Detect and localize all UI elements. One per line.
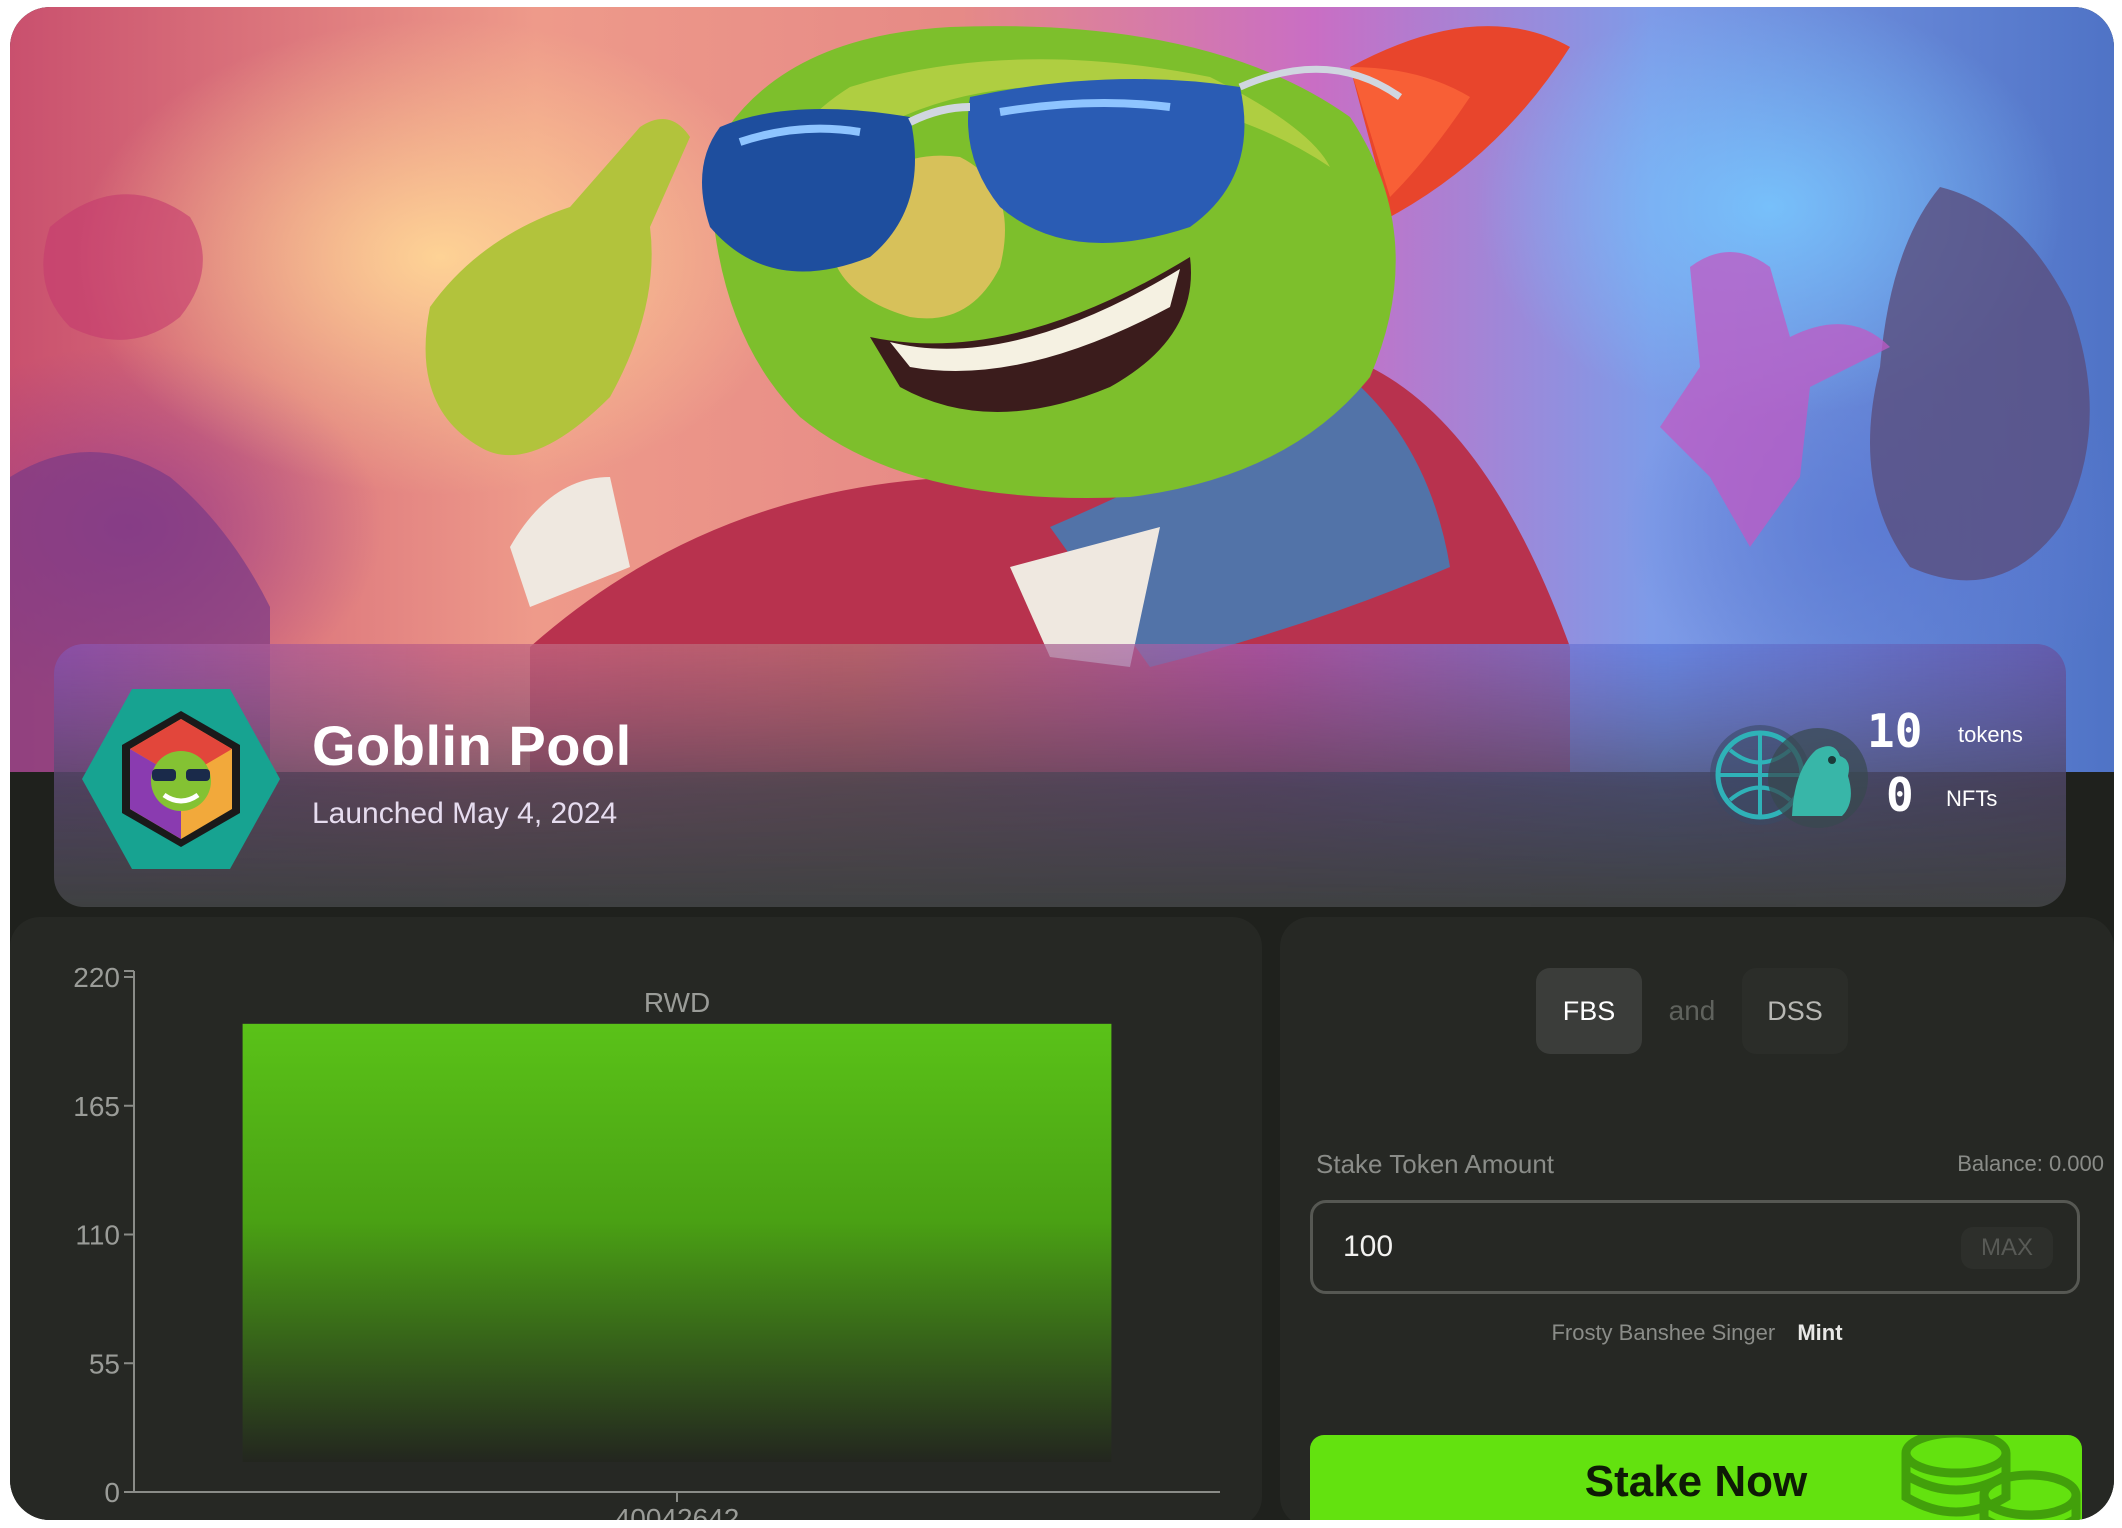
rewards-bar-chart: 0 55 110 165 220 RWD 40042642 bbox=[73, 962, 1220, 1520]
y-tick-label: 0 bbox=[104, 1477, 120, 1508]
series-label: RWD bbox=[644, 987, 710, 1018]
stake-now-button[interactable]: Stake Now bbox=[1310, 1435, 2082, 1520]
pool-launch-date: Launched May 4, 2024 bbox=[312, 797, 618, 830]
x-tick-label: 40042642 bbox=[615, 1503, 740, 1520]
stake-amount-label: Stake Token Amount bbox=[1316, 1149, 1555, 1179]
nfts-count: 0 bbox=[1886, 768, 1914, 822]
coins-icon bbox=[1901, 1435, 2081, 1520]
pool-info-card: Goblin Pool Launched May 4, 2024 10 toke… bbox=[54, 644, 2066, 907]
tokens-count: 10 bbox=[1867, 704, 1923, 758]
rewards-chart-panel: 0 55 110 165 220 RWD 40042642 bbox=[10, 917, 1262, 1520]
pool-title: Goblin Pool bbox=[312, 714, 632, 777]
token-chip-dss[interactable]: DSS bbox=[1742, 968, 1848, 1054]
max-button[interactable]: MAX bbox=[1961, 1227, 2053, 1269]
goblin-pool-avatar bbox=[82, 689, 280, 869]
token-chip-fbs[interactable]: FBS bbox=[1536, 968, 1642, 1054]
y-tick-label: 55 bbox=[89, 1348, 120, 1379]
bar bbox=[242, 1023, 1112, 1462]
y-tick-label: 220 bbox=[73, 962, 120, 993]
staked-token-icons bbox=[1710, 725, 1868, 828]
stake-amount-field: MAX bbox=[1310, 1200, 2080, 1294]
stake-panel: FBS and DSS Stake Token Amount Balance: … bbox=[1280, 917, 2114, 1520]
app-frame: Goblin Pool Launched May 4, 2024 10 toke… bbox=[10, 7, 2114, 1520]
nft-name: Frosty Banshee Singer bbox=[1551, 1320, 1776, 1345]
y-tick-label: 165 bbox=[73, 1091, 120, 1122]
y-tick-label: 110 bbox=[75, 1220, 120, 1251]
mint-link[interactable]: Mint bbox=[1797, 1320, 1842, 1345]
token-conjunction: and bbox=[1668, 995, 1716, 1026]
nfts-label: NFTs bbox=[1946, 786, 1998, 811]
balance-label: Balance: 0.000 bbox=[1957, 1151, 2104, 1176]
nft-mint-row: Frosty Banshee Singer Mint bbox=[1280, 1320, 2114, 1346]
tokens-label: tokens bbox=[1958, 722, 2023, 747]
stake-amount-input[interactable] bbox=[1343, 1223, 1903, 1271]
